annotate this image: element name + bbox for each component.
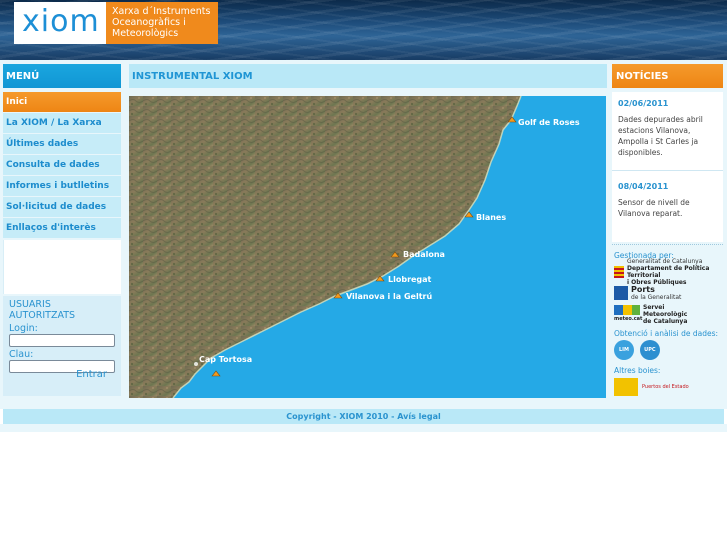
station-label-golf-de-roses: Golf de Roses xyxy=(518,118,580,127)
header-banner: xiom Xarxa d´Instruments Oceanogràfics i… xyxy=(0,0,727,60)
org-smc-line1: Servei xyxy=(643,303,665,311)
login-panel: USUARIS AUTORITZATS Login: Clau: Entrar xyxy=(3,296,121,396)
station-label-blanes: Blanes xyxy=(476,213,506,222)
other-buoys-logos: Puertos del Estado xyxy=(614,377,725,397)
news-text-1: Dades depurades abril estacions Vilanova… xyxy=(618,115,703,157)
footer-strip xyxy=(0,424,727,432)
other-buoys-label: Altres boies: xyxy=(614,366,661,375)
station-label-cap-tortosa: Cap Tortosa xyxy=(199,355,252,364)
menu-item-consulta-dades[interactable]: Consulta de dades xyxy=(3,155,121,175)
menu-item-inici[interactable]: Inici xyxy=(3,92,121,112)
tagline-line-2: Oceanogràfics i xyxy=(112,17,186,28)
right-divider xyxy=(612,244,723,245)
menu-item-sollicitud[interactable]: Sol·licitud de dades xyxy=(3,197,121,217)
ministerio-logo-icon[interactable] xyxy=(614,378,638,396)
page-title: INSTRUMENTAL XIOM xyxy=(129,64,607,88)
org-ports-line2: de la Generalitat xyxy=(631,293,682,301)
org-generalitat-text: Generalitat de Catalunya Departament de … xyxy=(627,258,725,286)
smc-icon: meteo.cat xyxy=(614,305,643,323)
org-smc[interactable]: meteo.cat Servei Meteorològic de Catalun… xyxy=(614,304,725,325)
tagline-line-3: Meteorològics xyxy=(112,28,179,39)
ports-icon xyxy=(614,286,628,300)
main-menu: Inici La XIOM / La Xarxa Últimes dades C… xyxy=(3,92,121,239)
login-label: Login: xyxy=(9,323,38,334)
login-input[interactable] xyxy=(9,334,115,347)
coast-map: Golf de Roses Blanes Badalona Llobregat … xyxy=(129,96,606,398)
tagline: Xarxa d´Instruments Oceanogràfics i Mete… xyxy=(106,2,218,44)
station-label-llobregat: Llobregat xyxy=(388,275,432,284)
meteo-cat-label: meteo.cat xyxy=(614,316,643,322)
menu-item-informes[interactable]: Informes i butlletins xyxy=(3,176,121,196)
station-label-badalona: Badalona xyxy=(403,250,445,259)
station-label-vilanova: Vilanova i la Geltrú xyxy=(346,292,432,301)
org-ports[interactable]: Ports de la Generalitat xyxy=(614,283,725,303)
org-generalitat[interactable]: Generalitat de Catalunya Departament de … xyxy=(614,258,725,286)
generalitat-icon xyxy=(614,266,624,278)
station-vilanova[interactable]: Vilanova i la Geltrú xyxy=(333,292,432,301)
logo[interactable]: xiom xyxy=(14,2,106,44)
menu-item-ultimes-dades[interactable]: Últimes dades xyxy=(3,134,121,154)
org-smc-text: Servei Meteorològic de Catalunya xyxy=(643,304,687,325)
login-submit-link[interactable]: Entrar xyxy=(76,369,107,380)
upc-logo-icon[interactable]: UPC xyxy=(639,340,660,360)
org-generalitat-line2: Departament de Política Territorial xyxy=(626,265,710,279)
data-analysis-label: Obtenció i anàlisi de dades: xyxy=(614,329,719,338)
lim-logo-icon[interactable]: LIM xyxy=(614,340,634,360)
news-list: 02/06/2011 Dades depurades abril estacio… xyxy=(612,92,723,242)
news-date-1[interactable]: 02/06/2011 xyxy=(612,92,723,114)
data-logos: LIM UPC xyxy=(614,340,725,364)
menu-item-la-xiom[interactable]: La XIOM / La Xarxa xyxy=(3,113,121,133)
puertos-del-estado-logo[interactable]: Puertos del Estado xyxy=(642,384,689,390)
menu-item-enllacos[interactable]: Enllaços d'interès xyxy=(3,218,121,238)
news-text-2: Sensor de nivell de Vilanova reparat. xyxy=(618,198,690,218)
news-divider xyxy=(612,170,723,171)
menu-spacer xyxy=(3,240,121,294)
menu-title: MENÚ xyxy=(3,64,121,88)
news-date-2[interactable]: 08/04/2011 xyxy=(612,175,723,197)
org-generalitat-line1: Generalitat de Catalunya xyxy=(626,258,703,265)
org-ports-text: Ports de la Generalitat xyxy=(631,284,682,301)
map-svg: Golf de Roses Blanes Badalona Llobregat … xyxy=(129,96,606,398)
news-title: NOTÍCIES xyxy=(612,64,723,88)
org-smc-line2: Meteorològic xyxy=(643,310,688,318)
login-title: USUARIS AUTORITZATS xyxy=(9,299,76,321)
logo-text: xiom xyxy=(22,4,100,39)
password-label: Clau: xyxy=(9,349,34,360)
tagline-line-1: Xarxa d´Instruments xyxy=(112,6,211,17)
org-ports-line1: Ports xyxy=(631,284,655,294)
station-golf-de-roses[interactable]: Golf de Roses xyxy=(507,116,580,127)
org-smc-line3: de Catalunya xyxy=(643,317,688,325)
sponsors-panel: Gestionada per: Generalitat de Catalunya… xyxy=(614,251,725,397)
footer[interactable]: Copyright - XIOM 2010 - Avís legal xyxy=(3,409,724,424)
